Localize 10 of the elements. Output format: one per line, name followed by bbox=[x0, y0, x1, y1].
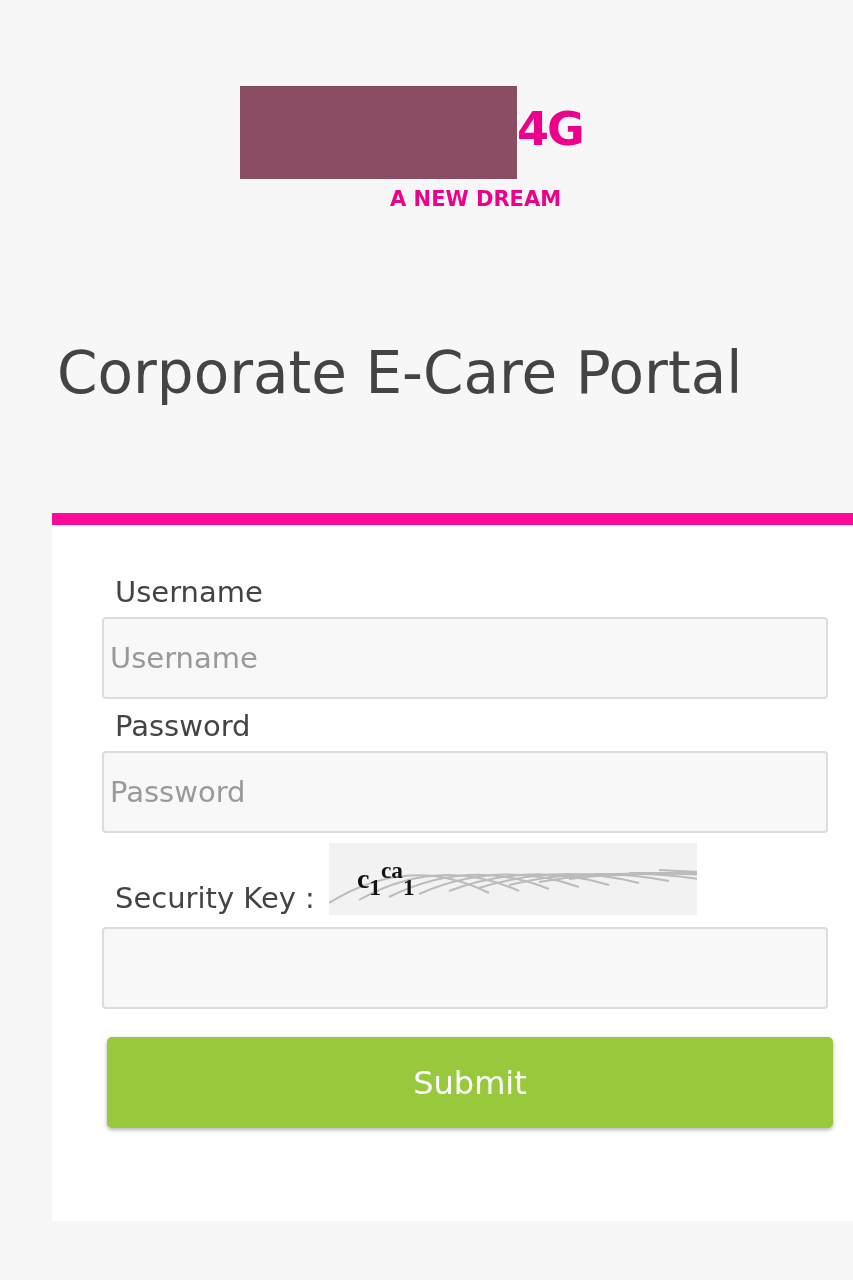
logo-text: 4G bbox=[517, 102, 583, 156]
field-label: Security Key : bbox=[115, 881, 315, 915]
submit-button[interactable]: Submit bbox=[107, 1037, 833, 1128]
field-label: Username bbox=[115, 575, 264, 609]
password-field[interactable]: Password bbox=[102, 751, 828, 833]
logo-tagline: A NEW DREAM bbox=[390, 187, 563, 211]
input-field[interactable] bbox=[102, 927, 828, 1009]
page-title: Corporate E-Care Portal bbox=[57, 339, 743, 407]
username-field[interactable]: Username bbox=[102, 617, 828, 699]
field-label: Password bbox=[115, 709, 252, 743]
